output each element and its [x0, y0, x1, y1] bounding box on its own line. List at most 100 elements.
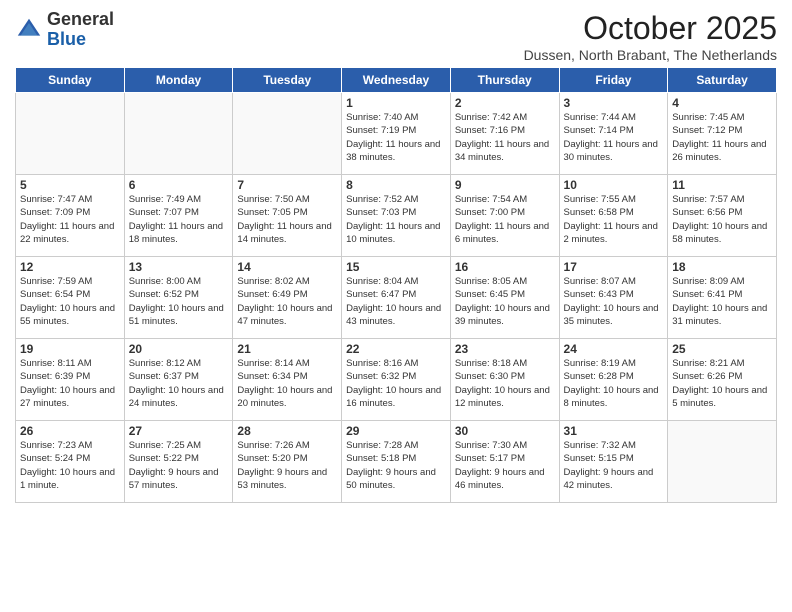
- day-info: Sunrise: 7:50 AM Sunset: 7:05 PM Dayligh…: [237, 193, 337, 246]
- calendar-cell-w2-d7: 11Sunrise: 7:57 AM Sunset: 6:56 PM Dayli…: [668, 175, 777, 257]
- day-number: 18: [672, 260, 772, 274]
- day-number: 8: [346, 178, 446, 192]
- calendar-cell-w1-d1: [16, 93, 125, 175]
- calendar-cell-w4-d7: 25Sunrise: 8:21 AM Sunset: 6:26 PM Dayli…: [668, 339, 777, 421]
- calendar-cell-w3-d1: 12Sunrise: 7:59 AM Sunset: 6:54 PM Dayli…: [16, 257, 125, 339]
- day-info: Sunrise: 7:26 AM Sunset: 5:20 PM Dayligh…: [237, 439, 337, 492]
- day-info: Sunrise: 7:40 AM Sunset: 7:19 PM Dayligh…: [346, 111, 446, 164]
- day-number: 1: [346, 96, 446, 110]
- day-info: Sunrise: 8:09 AM Sunset: 6:41 PM Dayligh…: [672, 275, 772, 328]
- day-number: 22: [346, 342, 446, 356]
- day-number: 29: [346, 424, 446, 438]
- page-container: General Blue October 2025 Dussen, North …: [0, 0, 792, 508]
- day-info: Sunrise: 7:54 AM Sunset: 7:00 PM Dayligh…: [455, 193, 555, 246]
- day-number: 13: [129, 260, 229, 274]
- day-number: 26: [20, 424, 120, 438]
- day-info: Sunrise: 7:25 AM Sunset: 5:22 PM Dayligh…: [129, 439, 229, 492]
- calendar-cell-w2-d1: 5Sunrise: 7:47 AM Sunset: 7:09 PM Daylig…: [16, 175, 125, 257]
- week-row-1: 1Sunrise: 7:40 AM Sunset: 7:19 PM Daylig…: [16, 93, 777, 175]
- logo-text: General Blue: [47, 10, 114, 50]
- day-info: Sunrise: 7:44 AM Sunset: 7:14 PM Dayligh…: [564, 111, 664, 164]
- title-block: October 2025 Dussen, North Brabant, The …: [524, 10, 777, 63]
- day-info: Sunrise: 7:49 AM Sunset: 7:07 PM Dayligh…: [129, 193, 229, 246]
- day-number: 5: [20, 178, 120, 192]
- day-number: 19: [20, 342, 120, 356]
- calendar-cell-w4-d6: 24Sunrise: 8:19 AM Sunset: 6:28 PM Dayli…: [559, 339, 668, 421]
- day-number: 31: [564, 424, 664, 438]
- calendar-cell-w3-d6: 17Sunrise: 8:07 AM Sunset: 6:43 PM Dayli…: [559, 257, 668, 339]
- day-info: Sunrise: 8:07 AM Sunset: 6:43 PM Dayligh…: [564, 275, 664, 328]
- calendar-cell-w3-d3: 14Sunrise: 8:02 AM Sunset: 6:49 PM Dayli…: [233, 257, 342, 339]
- day-info: Sunrise: 8:02 AM Sunset: 6:49 PM Dayligh…: [237, 275, 337, 328]
- day-number: 21: [237, 342, 337, 356]
- day-info: Sunrise: 8:11 AM Sunset: 6:39 PM Dayligh…: [20, 357, 120, 410]
- day-number: 16: [455, 260, 555, 274]
- calendar-cell-w3-d5: 16Sunrise: 8:05 AM Sunset: 6:45 PM Dayli…: [450, 257, 559, 339]
- location-subtitle: Dussen, North Brabant, The Netherlands: [524, 47, 777, 63]
- calendar-cell-w3-d2: 13Sunrise: 8:00 AM Sunset: 6:52 PM Dayli…: [124, 257, 233, 339]
- calendar-cell-w2-d3: 7Sunrise: 7:50 AM Sunset: 7:05 PM Daylig…: [233, 175, 342, 257]
- header-saturday: Saturday: [668, 68, 777, 93]
- calendar-cell-w4-d3: 21Sunrise: 8:14 AM Sunset: 6:34 PM Dayli…: [233, 339, 342, 421]
- calendar-cell-w1-d7: 4Sunrise: 7:45 AM Sunset: 7:12 PM Daylig…: [668, 93, 777, 175]
- day-number: 27: [129, 424, 229, 438]
- day-info: Sunrise: 7:55 AM Sunset: 6:58 PM Dayligh…: [564, 193, 664, 246]
- day-number: 15: [346, 260, 446, 274]
- calendar-cell-w1-d6: 3Sunrise: 7:44 AM Sunset: 7:14 PM Daylig…: [559, 93, 668, 175]
- day-info: Sunrise: 7:30 AM Sunset: 5:17 PM Dayligh…: [455, 439, 555, 492]
- week-row-2: 5Sunrise: 7:47 AM Sunset: 7:09 PM Daylig…: [16, 175, 777, 257]
- day-info: Sunrise: 8:04 AM Sunset: 6:47 PM Dayligh…: [346, 275, 446, 328]
- calendar-cell-w5-d6: 31Sunrise: 7:32 AM Sunset: 5:15 PM Dayli…: [559, 421, 668, 503]
- day-info: Sunrise: 7:52 AM Sunset: 7:03 PM Dayligh…: [346, 193, 446, 246]
- calendar-cell-w1-d3: [233, 93, 342, 175]
- calendar-cell-w5-d3: 28Sunrise: 7:26 AM Sunset: 5:20 PM Dayli…: [233, 421, 342, 503]
- day-info: Sunrise: 7:57 AM Sunset: 6:56 PM Dayligh…: [672, 193, 772, 246]
- day-info: Sunrise: 8:19 AM Sunset: 6:28 PM Dayligh…: [564, 357, 664, 410]
- calendar-cell-w4-d4: 22Sunrise: 8:16 AM Sunset: 6:32 PM Dayli…: [342, 339, 451, 421]
- calendar-cell-w2-d2: 6Sunrise: 7:49 AM Sunset: 7:07 PM Daylig…: [124, 175, 233, 257]
- day-info: Sunrise: 8:21 AM Sunset: 6:26 PM Dayligh…: [672, 357, 772, 410]
- calendar-cell-w5-d7: [668, 421, 777, 503]
- day-info: Sunrise: 8:16 AM Sunset: 6:32 PM Dayligh…: [346, 357, 446, 410]
- day-info: Sunrise: 7:28 AM Sunset: 5:18 PM Dayligh…: [346, 439, 446, 492]
- day-info: Sunrise: 7:45 AM Sunset: 7:12 PM Dayligh…: [672, 111, 772, 164]
- day-number: 7: [237, 178, 337, 192]
- calendar-cell-w3-d4: 15Sunrise: 8:04 AM Sunset: 6:47 PM Dayli…: [342, 257, 451, 339]
- day-number: 3: [564, 96, 664, 110]
- logo-general: General: [47, 9, 114, 29]
- week-row-5: 26Sunrise: 7:23 AM Sunset: 5:24 PM Dayli…: [16, 421, 777, 503]
- header-thursday: Thursday: [450, 68, 559, 93]
- day-number: 23: [455, 342, 555, 356]
- calendar-header-row: Sunday Monday Tuesday Wednesday Thursday…: [16, 68, 777, 93]
- logo: General Blue: [15, 10, 114, 50]
- logo-blue: Blue: [47, 29, 86, 49]
- day-number: 20: [129, 342, 229, 356]
- calendar-cell-w2-d4: 8Sunrise: 7:52 AM Sunset: 7:03 PM Daylig…: [342, 175, 451, 257]
- day-number: 24: [564, 342, 664, 356]
- calendar-table: Sunday Monday Tuesday Wednesday Thursday…: [15, 67, 777, 503]
- day-info: Sunrise: 7:23 AM Sunset: 5:24 PM Dayligh…: [20, 439, 120, 492]
- day-info: Sunrise: 8:14 AM Sunset: 6:34 PM Dayligh…: [237, 357, 337, 410]
- day-info: Sunrise: 7:42 AM Sunset: 7:16 PM Dayligh…: [455, 111, 555, 164]
- header-monday: Monday: [124, 68, 233, 93]
- day-number: 30: [455, 424, 555, 438]
- calendar-cell-w2-d6: 10Sunrise: 7:55 AM Sunset: 6:58 PM Dayli…: [559, 175, 668, 257]
- day-info: Sunrise: 7:59 AM Sunset: 6:54 PM Dayligh…: [20, 275, 120, 328]
- calendar-cell-w5-d5: 30Sunrise: 7:30 AM Sunset: 5:17 PM Dayli…: [450, 421, 559, 503]
- day-number: 25: [672, 342, 772, 356]
- calendar-cell-w5-d2: 27Sunrise: 7:25 AM Sunset: 5:22 PM Dayli…: [124, 421, 233, 503]
- week-row-3: 12Sunrise: 7:59 AM Sunset: 6:54 PM Dayli…: [16, 257, 777, 339]
- header-wednesday: Wednesday: [342, 68, 451, 93]
- page-header: General Blue October 2025 Dussen, North …: [15, 10, 777, 63]
- day-info: Sunrise: 8:00 AM Sunset: 6:52 PM Dayligh…: [129, 275, 229, 328]
- calendar-cell-w5-d1: 26Sunrise: 7:23 AM Sunset: 5:24 PM Dayli…: [16, 421, 125, 503]
- day-number: 12: [20, 260, 120, 274]
- header-friday: Friday: [559, 68, 668, 93]
- calendar-cell-w4-d1: 19Sunrise: 8:11 AM Sunset: 6:39 PM Dayli…: [16, 339, 125, 421]
- day-info: Sunrise: 8:18 AM Sunset: 6:30 PM Dayligh…: [455, 357, 555, 410]
- calendar-cell-w4-d2: 20Sunrise: 8:12 AM Sunset: 6:37 PM Dayli…: [124, 339, 233, 421]
- week-row-4: 19Sunrise: 8:11 AM Sunset: 6:39 PM Dayli…: [16, 339, 777, 421]
- month-title: October 2025: [524, 10, 777, 47]
- calendar-cell-w1-d5: 2Sunrise: 7:42 AM Sunset: 7:16 PM Daylig…: [450, 93, 559, 175]
- day-info: Sunrise: 7:47 AM Sunset: 7:09 PM Dayligh…: [20, 193, 120, 246]
